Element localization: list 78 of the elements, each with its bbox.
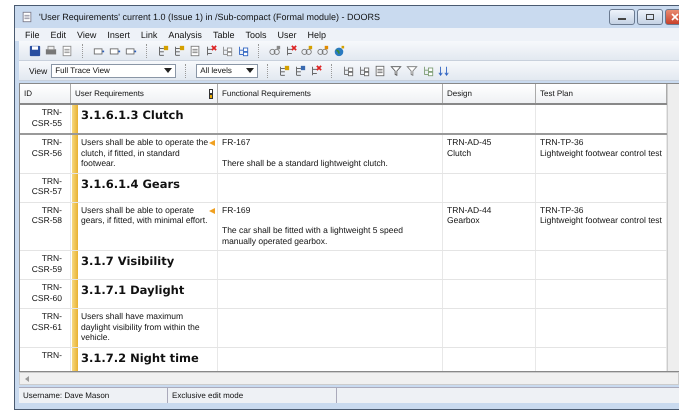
view-label: View — [29, 66, 48, 76]
menu-item[interactable]: User — [277, 30, 296, 40]
object-icon[interactable] — [278, 64, 290, 76]
id-cell: TRN- CSR-59 — [32, 253, 62, 274]
menu-item[interactable]: Link — [140, 30, 158, 40]
column-header[interactable]: ID — [20, 84, 71, 103]
object-icon[interactable] — [157, 44, 169, 56]
hierarchy-icon[interactable] — [221, 44, 233, 56]
requirement-id: FR-169 — [222, 204, 252, 215]
menu-item[interactable]: View — [77, 30, 96, 40]
design-name: Clutch — [447, 148, 472, 158]
section-heading: 3.1.7 Visibility — [81, 253, 176, 268]
menu-item[interactable]: Insert — [107, 30, 130, 40]
maximize-button[interactable] — [637, 9, 663, 25]
document-icon[interactable] — [61, 44, 73, 56]
section-heading: 3.1.6.1.4 Gears — [81, 176, 182, 190]
section-heading: 3.1.7.1 Daylight — [81, 282, 186, 297]
delete-icon[interactable] — [205, 44, 217, 56]
section-heading: 3.1.6.1.3 Clutch — [81, 107, 185, 122]
menu-item[interactable]: Analysis — [168, 30, 202, 40]
requirement-text: Users shall be able to operate the clutch, if fitted, in standard footwear. — [81, 137, 209, 168]
print-icon[interactable] — [45, 44, 57, 56]
levels-dropdown[interactable]: All levels — [196, 64, 258, 78]
requirement-text: Users shall have maximum daylight visibility from within the vehicle. — [81, 311, 201, 342]
column-header[interactable]: Functional Requirements — [218, 84, 443, 103]
outline-icon[interactable] — [342, 64, 354, 76]
delete-icon[interactable] — [310, 64, 322, 76]
design-id: TRN-AD-44 — [447, 204, 492, 215]
test-name: Lightweight footwear control test — [540, 215, 662, 226]
id-cell: TRN- CSR-61 — [32, 311, 62, 332]
design-id: TRN-AD-45 — [447, 137, 492, 148]
id-cell: TRN- CSR-58 — [32, 204, 62, 226]
id-cell: TRN- CSR-56 — [32, 137, 62, 158]
caret-icon — [164, 68, 172, 73]
window-title: 'User Requirements' current 1.0 (Issue 1) in /Sub-compact (Formal module) - DOORS — [39, 12, 382, 22]
id-cell: TRN- CSR-60 — [32, 282, 62, 303]
test-id: TRN-TP-36 — [540, 204, 584, 215]
status-text: Username: Dave Mason — [19, 388, 168, 403]
menu-item[interactable]: Help — [307, 30, 326, 40]
save-icon[interactable] — [29, 44, 41, 56]
column-marker-icon — [209, 88, 213, 98]
list-icon[interactable] — [374, 64, 386, 76]
section-heading: 3.1.7.2 Night time — [81, 350, 200, 364]
minimize-button[interactable] — [609, 9, 635, 25]
requirement-text: Users shall be able to operate gears, if fitted, with minimal effort. — [81, 204, 208, 226]
column-header[interactable]: Design — [443, 84, 536, 103]
hierarchy-icon[interactable] — [358, 64, 370, 76]
column-header[interactable]: Test Plan — [536, 84, 667, 103]
menu-item[interactable]: Edit — [50, 30, 66, 40]
close-icon — [670, 13, 679, 21]
column-header[interactable]: User Requirements — [71, 84, 218, 103]
menu-item[interactable]: File — [25, 30, 40, 40]
menu-item[interactable]: Table — [212, 30, 234, 40]
filter-icon[interactable] — [390, 64, 402, 76]
requirement-text: The car shall be fitted with a lightweight 5 speed manually operated gearbox. — [222, 225, 404, 246]
object-icon[interactable] — [294, 64, 306, 76]
object-icon[interactable] — [173, 44, 185, 56]
close-button[interactable] — [665, 9, 679, 25]
id-cell: TRN- CSR-55 — [32, 107, 62, 128]
requirement-id: FR-167 — [222, 137, 252, 148]
object-bar — [72, 105, 78, 133]
vertical-scrollbar[interactable] — [667, 84, 679, 371]
globe-icon[interactable] — [333, 44, 345, 56]
caret-icon — [246, 68, 254, 73]
menu-item[interactable]: Tools — [245, 30, 266, 40]
design-name: Gearbox — [447, 215, 481, 226]
test-name: Lightweight footwear control test — [540, 148, 662, 158]
status-text: Exclusive edit mode — [168, 388, 337, 403]
document-icon — [21, 11, 33, 23]
requirement-text: There shall be a standard lightweight clutch. — [222, 158, 389, 168]
view-dropdown[interactable]: Full Trace View — [51, 64, 176, 78]
id-cell: TRN- CSR-57 — [32, 176, 62, 196]
horizontal-scrollbar[interactable] — [19, 372, 679, 385]
maximize-icon — [645, 13, 655, 21]
id-cell: TRN- — [42, 350, 62, 360]
test-id: TRN-TP-36 — [540, 137, 584, 148]
filter-icon[interactable] — [406, 64, 418, 76]
hierarchy-icon[interactable] — [237, 44, 249, 56]
